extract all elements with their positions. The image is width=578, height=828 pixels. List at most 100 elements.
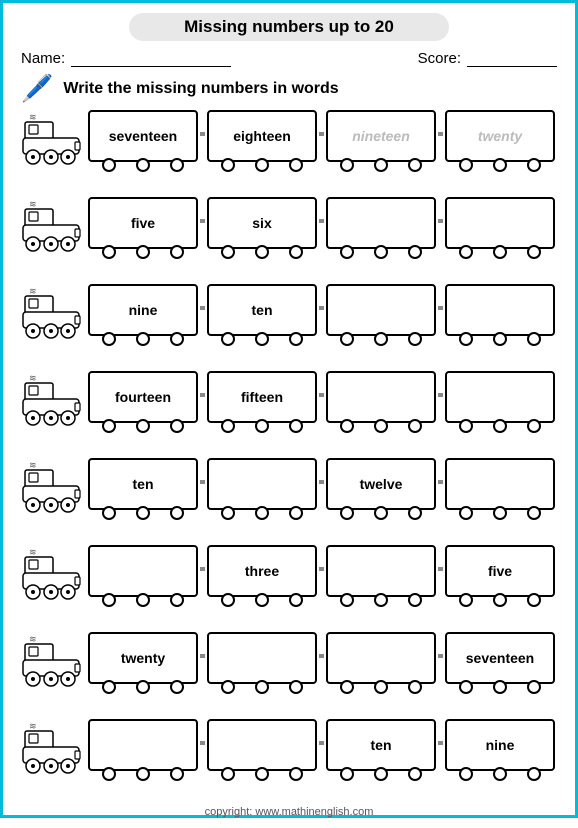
wheel [493,506,507,520]
train-engine: ≋ [21,284,83,345]
wheel [170,332,184,346]
wheel [374,767,388,781]
car-label [379,308,383,312]
wheel [289,767,303,781]
car-connector [438,741,443,745]
wheel [255,158,269,172]
score-input-line [467,49,557,67]
wheel [459,506,473,520]
car-label [498,221,502,225]
train-car [207,458,317,510]
car-label: six [250,213,273,233]
wheel [102,680,116,694]
wheels-bar [90,158,196,172]
wheel [221,506,235,520]
wheel [493,245,507,259]
score-label: Score: [418,50,461,67]
name-score-row: Name: Score: [21,49,557,67]
car-connector [319,654,324,658]
train-car [207,632,317,684]
train-car-wrapper [445,197,555,249]
car-connector [438,654,443,658]
wheel [255,593,269,607]
instruction-row: 🖊️ Write the missing numbers in words [21,73,557,104]
train-row: ≋ ten twelve [21,458,557,527]
train-row: ≋ fourteenfifteen [21,371,557,440]
svg-text:≋: ≋ [29,721,37,731]
wheel [408,245,422,259]
wheel [374,332,388,346]
train-car [88,719,198,771]
wheel [102,245,116,259]
train-car-wrapper: ten [207,284,317,336]
wheel [493,767,507,781]
wheels-bar [328,680,434,694]
wheels-bar [447,245,553,259]
car-label [260,743,264,747]
train-car [445,197,555,249]
wheel [102,332,116,346]
wheel [527,158,541,172]
wheels-bar [90,419,196,433]
wheel [170,419,184,433]
car-connector [319,132,324,136]
wheels-bar [90,767,196,781]
copyright: copyright: www.mathinenglish.com [21,806,557,818]
train-car: nine [88,284,198,336]
train-car [326,371,436,423]
train-engine: ≋ [21,197,83,258]
wheel [289,593,303,607]
train-car: nine [445,719,555,771]
wheel [374,506,388,520]
train-car: nineteen [326,110,436,162]
train-car-wrapper [445,284,555,336]
wheel [527,332,541,346]
car-label: nineteen [350,126,412,146]
car-connector [200,393,205,397]
wheel [374,419,388,433]
car-connector [438,393,443,397]
car-connector [200,480,205,484]
wheels-bar [209,419,315,433]
train-car: three [207,545,317,597]
wheels-bar [328,593,434,607]
wheel [136,419,150,433]
car-label: nine [127,300,160,320]
wheel [255,506,269,520]
car-connector [319,306,324,310]
wheel [527,245,541,259]
wheel [408,506,422,520]
wheels-bar [209,767,315,781]
wheels-bar [328,419,434,433]
car-label [379,656,383,660]
wheel [493,593,507,607]
wheel [459,593,473,607]
page-title: Missing numbers up to 20 [129,13,449,41]
wheel [459,158,473,172]
wheel [374,680,388,694]
wheel [289,680,303,694]
train-car-wrapper [326,197,436,249]
train-car-wrapper [207,632,317,684]
wheel [221,680,235,694]
wheels-bar [209,332,315,346]
wheel [493,680,507,694]
train-car-wrapper: ten [88,458,198,510]
train-car: twenty [445,110,555,162]
wheels-bar [209,680,315,694]
wheel [408,680,422,694]
train-car-wrapper: twenty [88,632,198,684]
wheels-bar [209,506,315,520]
wheel [340,419,354,433]
car-label [141,569,145,573]
wheel [221,245,235,259]
train-car: eighteen [207,110,317,162]
svg-text:≋: ≋ [29,634,37,644]
car-label: twenty [476,126,524,146]
wheel [408,419,422,433]
car-label: twenty [119,648,167,668]
wheel [493,158,507,172]
wheel [459,680,473,694]
wheels-bar [90,332,196,346]
car-connector [438,132,443,136]
